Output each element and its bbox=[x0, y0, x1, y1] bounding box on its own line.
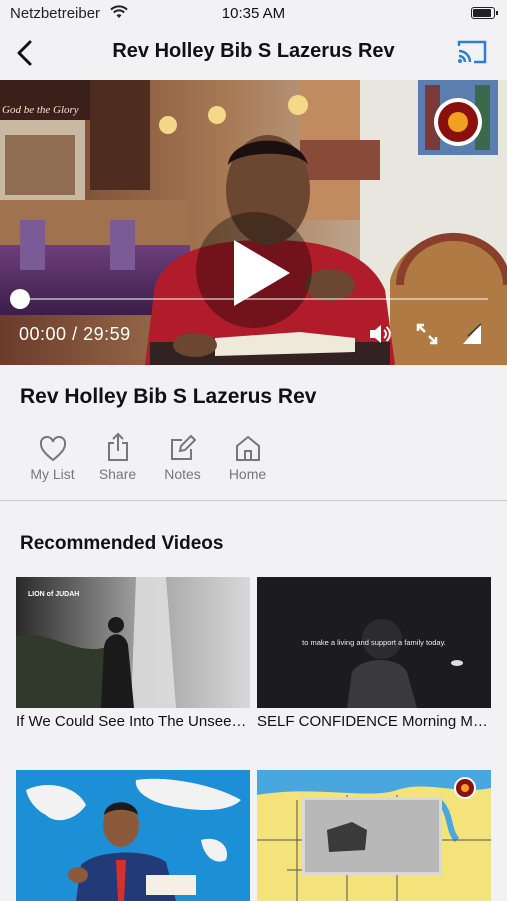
progress-track[interactable] bbox=[19, 298, 488, 300]
battery-icon bbox=[471, 7, 498, 19]
timecode: 00:00 / 29:59 bbox=[19, 324, 131, 345]
notes-button[interactable]: Notes bbox=[150, 430, 215, 482]
volume-button[interactable] bbox=[367, 321, 393, 347]
clock: 10:35 AM bbox=[221, 5, 286, 22]
share-icon bbox=[107, 432, 128, 461]
page-title: Rev Holley Bib S Lazerus Rev bbox=[112, 40, 395, 62]
thumbnail-image: to make a living and support a family to… bbox=[257, 577, 491, 708]
fullscreen-icon bbox=[416, 323, 438, 345]
video-caption[interactable]: SELF CONFIDENCE Morning Motivation bbox=[257, 713, 493, 730]
video-thumbnail[interactable]: LION of JUDAH bbox=[16, 577, 250, 708]
video-thumbnail[interactable] bbox=[16, 770, 250, 901]
progress-scrubber[interactable] bbox=[10, 289, 30, 309]
video-caption[interactable]: If We Could See Into The Unseen World bbox=[16, 713, 252, 730]
volume-icon bbox=[370, 325, 391, 343]
back-button[interactable] bbox=[12, 38, 40, 68]
home-icon bbox=[235, 435, 260, 461]
my-list-button[interactable]: My List bbox=[20, 430, 85, 482]
chevron-left-icon bbox=[17, 40, 32, 66]
play-button[interactable] bbox=[196, 212, 312, 328]
video-player[interactable]: God be the Glory 00:00 / 29:59 bbox=[0, 80, 507, 365]
airplay-button[interactable] bbox=[460, 321, 486, 347]
thumbnail-overlay-text: LION of JUDAH bbox=[28, 591, 79, 598]
home-button[interactable]: Home bbox=[215, 430, 280, 482]
video-info: Rev Holley Bib S Lazerus Rev My List Sha… bbox=[0, 365, 507, 500]
thumbnail-overlay-text: to make a living and support a family to… bbox=[302, 638, 446, 647]
nav-bar: Rev Holley Bib S Lazerus Rev bbox=[0, 28, 507, 80]
status-bar: Netzbetreiber 10:35 AM bbox=[0, 0, 507, 28]
share-button[interactable]: Share bbox=[85, 430, 150, 482]
thumbnail-image bbox=[16, 770, 250, 901]
duration: 29:59 bbox=[83, 324, 131, 344]
watermark-text: God be the Glory bbox=[2, 104, 79, 116]
share-label: Share bbox=[98, 466, 137, 482]
home-label: Home bbox=[228, 466, 267, 482]
recommended-heading: Recommended Videos bbox=[20, 533, 224, 554]
video-thumbnail[interactable] bbox=[257, 770, 491, 901]
notes-label: Notes bbox=[164, 466, 201, 482]
action-bar: My List Share Notes Home bbox=[20, 430, 280, 482]
edit-icon bbox=[170, 434, 196, 460]
divider bbox=[0, 500, 507, 501]
cast-icon bbox=[457, 40, 487, 64]
heart-icon bbox=[39, 436, 66, 462]
fullscreen-button[interactable] bbox=[414, 321, 440, 347]
current-time: 00:00 bbox=[19, 324, 67, 344]
airplay-icon bbox=[463, 323, 482, 344]
thumbnail-image bbox=[257, 770, 491, 901]
video-thumbnail[interactable]: to make a living and support a family to… bbox=[257, 577, 491, 708]
time-separator: / bbox=[72, 324, 78, 344]
video-title: Rev Holley Bib S Lazerus Rev bbox=[20, 385, 317, 408]
thumbnail-image: LION of JUDAH bbox=[16, 577, 250, 708]
my-list-label: My List bbox=[30, 466, 75, 482]
cast-button[interactable] bbox=[455, 38, 489, 66]
